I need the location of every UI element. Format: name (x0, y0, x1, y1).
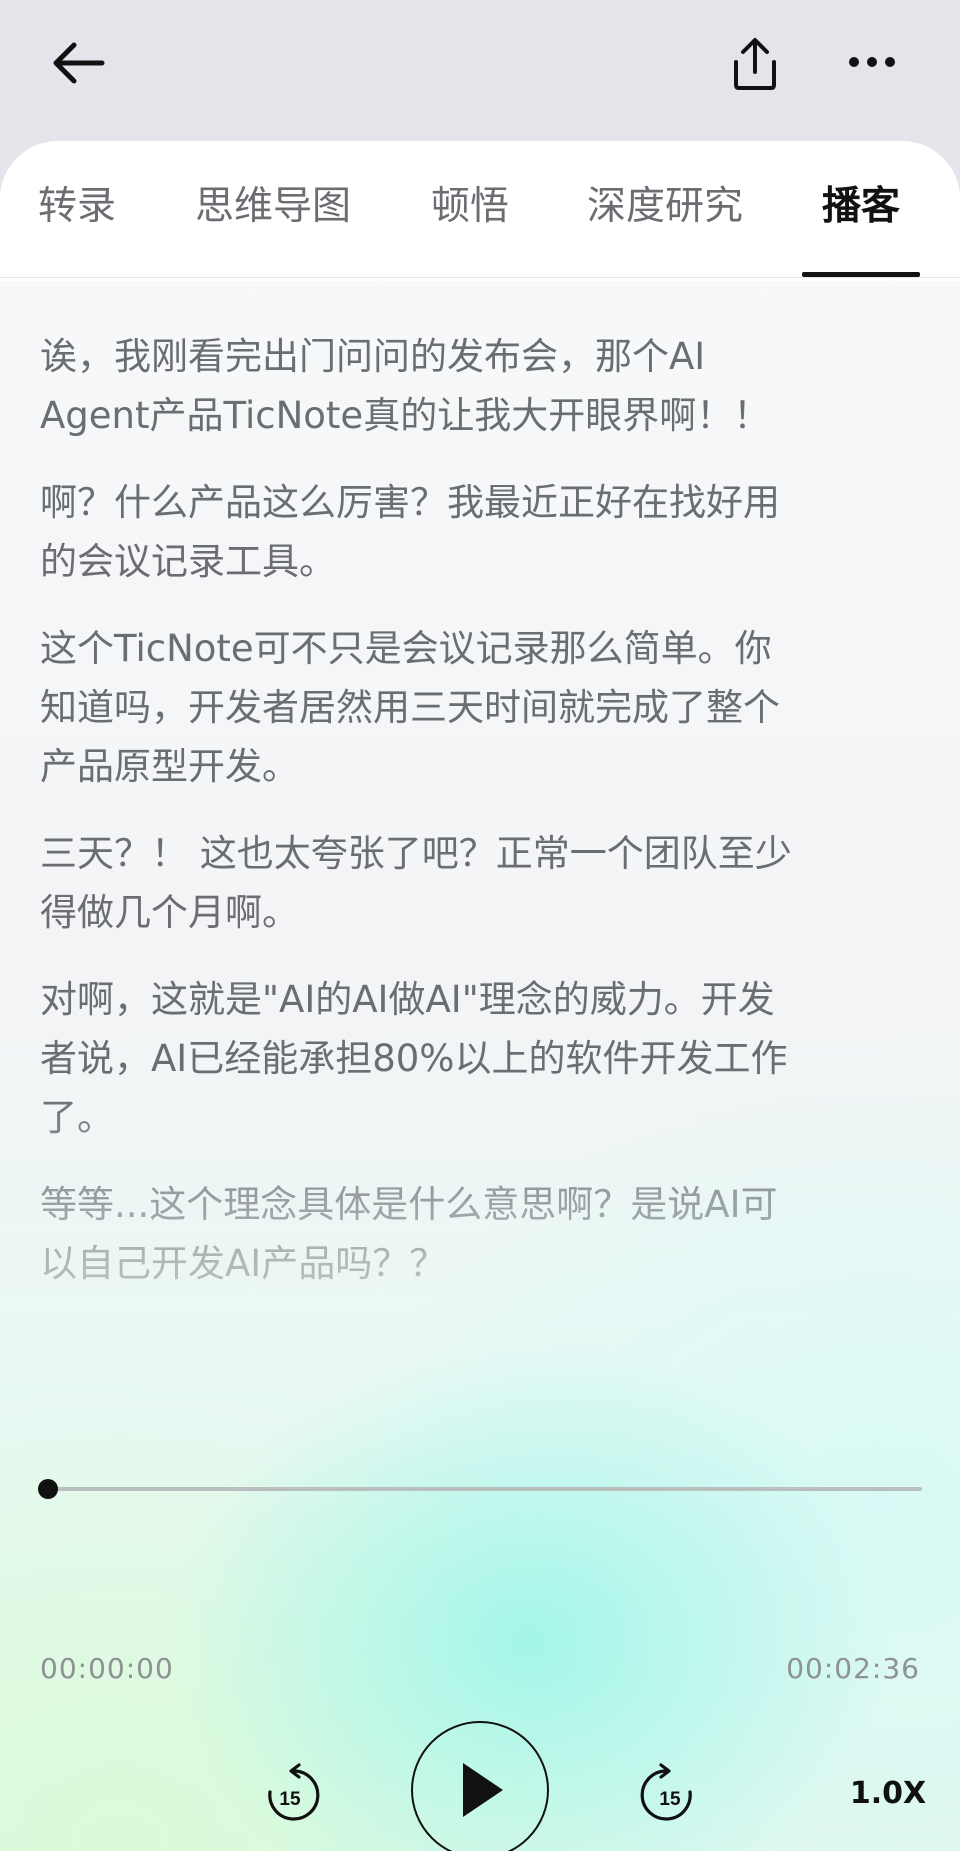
play-icon (463, 1763, 503, 1817)
forward-15-button[interactable]: 15 (630, 1754, 710, 1834)
rewind-15-icon: 15 (268, 1763, 320, 1821)
tab-transcription[interactable]: 转录 (38, 177, 116, 237)
tab-bar: 转录 思维导图 顿悟 深度研究 播客 (0, 141, 960, 278)
share-upload-icon (734, 38, 776, 90)
tab-deep-research[interactable]: 深度研究 (587, 177, 743, 237)
transcript-line: 诶，我刚看完出门问问的发布会，那个AI Agent产品TicNote真的让我大开… (40, 335, 771, 437)
top-bar (0, 0, 960, 140)
progress-track[interactable] (38, 1487, 922, 1491)
transcript-line: 等等...这个理念具体是什么意思啊？是说AI可以自己开发AI产品吗？？ (40, 1183, 778, 1285)
podcast-transcript[interactable]: 诶，我刚看完出门问问的发布会，那个AI Agent产品TicNote真的让我大开… (40, 327, 800, 1477)
more-button[interactable] (840, 30, 904, 94)
tab-mind-map[interactable]: 思维导图 (195, 177, 351, 237)
more-dots-icon (849, 57, 895, 67)
forward-15-icon: 15 (640, 1763, 692, 1821)
arrow-left-icon (53, 42, 105, 84)
content-card: 转录 思维导图 顿悟 深度研究 播客 诶，我刚看完出门问问的发布会，那个AI A… (0, 141, 960, 1851)
rewind-15-button[interactable]: 15 (250, 1754, 330, 1834)
current-time: 00:00:00 (40, 1652, 174, 1685)
tab-insight[interactable]: 顿悟 (431, 177, 509, 237)
svg-text:15: 15 (659, 1789, 681, 1810)
transcript-line: 三天？！ 这也太夸张了吧？正常一个团队至少得做几个月啊。 (40, 832, 792, 934)
tab-podcast[interactable]: 播客 (822, 177, 900, 237)
transcript-line: 啊？什么产品这么厉害？我最近正好在找好用的会议记录工具。 (40, 481, 780, 583)
playback-progress-slider[interactable] (38, 1478, 922, 1502)
playback-speed-button[interactable]: 1.0X (848, 1768, 928, 1818)
share-button[interactable] (720, 26, 790, 102)
transcript-line: 这个TicNote可不只是会议记录那么简单。你知道吗，开发者居然用三天时间就完成… (40, 627, 780, 788)
total-duration: 00:02:36 (786, 1652, 920, 1685)
active-tab-indicator (802, 272, 920, 277)
transcript-line: 对啊，这就是"AI的AI做AI"理念的威力。开发者说，AI已经能承担80%以上的… (40, 978, 788, 1139)
svg-text:15: 15 (279, 1789, 301, 1810)
back-button[interactable] (40, 28, 116, 98)
play-button[interactable] (411, 1721, 549, 1851)
progress-knob[interactable] (38, 1479, 58, 1499)
